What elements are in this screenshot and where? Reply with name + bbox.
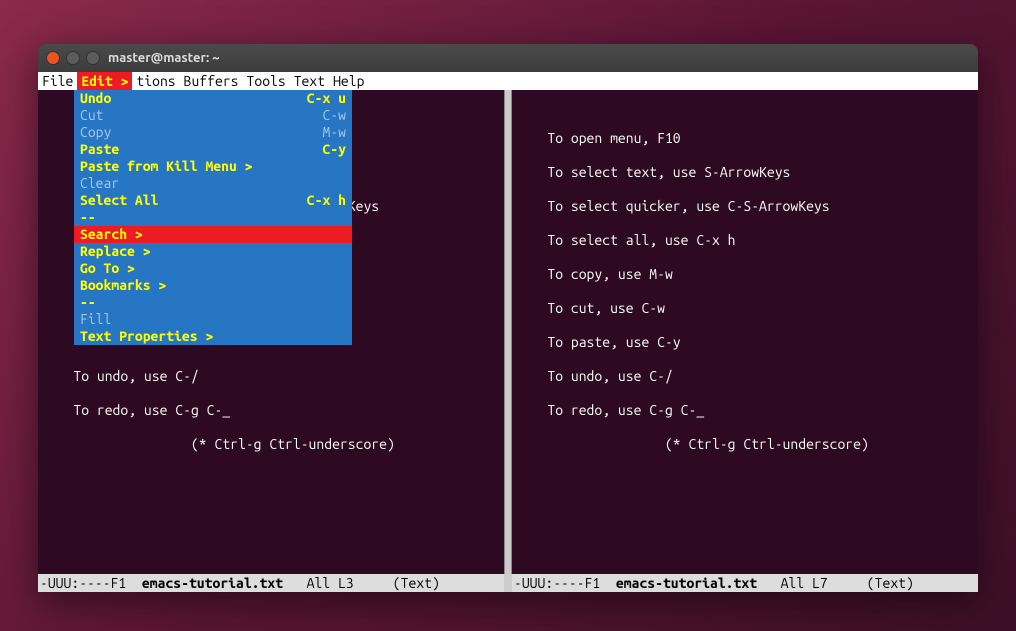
window-title: master@master: ~ <box>108 51 220 65</box>
menu-item-paste-from-kill-menu[interactable]: Paste from Kill Menu > <box>74 158 352 175</box>
status-prefix: -UUU:----F1 <box>514 574 616 592</box>
menu-item-label: Cut <box>80 107 104 124</box>
menu-item-label: Paste <box>80 141 119 158</box>
maximize-button[interactable] <box>86 51 100 65</box>
status-suffix: All L3 (Text) <box>283 574 440 592</box>
menu-help[interactable]: Help <box>329 72 368 90</box>
text-line: To paste, use C-y <box>512 334 978 351</box>
menu-buffers[interactable]: Buffers <box>180 72 243 90</box>
text-line <box>512 385 978 402</box>
statusbar: -UUU:----F1 emacs-tutorial.txt All L3 (T… <box>38 574 978 592</box>
text-line <box>512 351 978 368</box>
text-line <box>38 351 504 368</box>
menu-item-shortcut: M-w <box>322 124 346 141</box>
text-line: To select quicker, use C-S-ArrowKeys <box>512 198 978 215</box>
menu-item-cut: Cut C-w <box>74 107 352 124</box>
status-right: -UUU:----F1 emacs-tutorial.txt All L7 (T… <box>512 574 978 592</box>
menu-item-select-all[interactable]: Select All C-x h <box>74 192 352 209</box>
menu-text[interactable]: Text <box>290 72 329 90</box>
text-line <box>512 283 978 300</box>
text-line: To redo, use C-g C-_ <box>38 402 504 419</box>
text-line <box>512 215 978 232</box>
menu-item-shortcut: C-y <box>322 141 346 158</box>
menu-item-label: Text Properties > <box>80 328 213 345</box>
menu-tools[interactable]: Tools <box>243 72 290 90</box>
text-line <box>512 419 978 436</box>
menu-item-label: Paste from Kill Menu > <box>80 158 252 175</box>
menu-file[interactable]: File <box>38 72 77 90</box>
text-line: To copy, use M-w <box>512 266 978 283</box>
menu-item-shortcut: C-w <box>322 107 346 124</box>
text-line <box>512 317 978 334</box>
menu-item-shortcut: C-x u <box>307 90 346 107</box>
text-line: To cut, use C-w <box>512 300 978 317</box>
menu-item-fill: Fill <box>74 311 352 328</box>
right-pane[interactable]: To open menu, F10 To select text, use S-… <box>512 90 978 574</box>
text-line <box>512 96 978 113</box>
menu-item-copy: Copy M-w <box>74 124 352 141</box>
menu-item-bookmarks[interactable]: Bookmarks > <box>74 277 352 294</box>
menu-item-label: Select All <box>80 192 158 209</box>
minimize-button[interactable] <box>66 51 80 65</box>
menu-item-shortcut: C-x h <box>307 192 346 209</box>
text-line: To undo, use C-/ <box>38 368 504 385</box>
menu-item-label: Replace > <box>80 243 151 260</box>
text-line <box>512 181 978 198</box>
menu-item-paste[interactable]: Paste C-y <box>74 141 352 158</box>
menu-item-replace[interactable]: Replace > <box>74 243 352 260</box>
menu-separator: -- <box>74 294 352 311</box>
menu-item-search[interactable]: Search > <box>74 226 352 243</box>
text-line <box>38 385 504 402</box>
text-line: To redo, use C-g C-_ <box>512 402 978 419</box>
menu-item-label: Clear <box>80 175 119 192</box>
status-prefix: -UUU:----F1 <box>40 574 142 592</box>
menu-item-label: Go To > <box>80 260 135 277</box>
text-line <box>512 249 978 266</box>
menubar: File Edit > tions Buffers Tools Text Hel… <box>38 72 978 90</box>
menu-item-clear: Clear <box>74 175 352 192</box>
window-controls <box>46 51 100 65</box>
menu-separator: -- <box>74 209 352 226</box>
menu-item-go-to[interactable]: Go To > <box>74 260 352 277</box>
menu-tions[interactable]: tions <box>132 72 179 90</box>
status-filename: emacs-tutorial.txt <box>616 574 757 592</box>
menu-item-label: Copy <box>80 124 111 141</box>
text-line: (* Ctrl-g Ctrl-underscore) <box>38 436 504 453</box>
pane-divider[interactable] <box>504 90 512 574</box>
close-button[interactable] <box>46 51 60 65</box>
menu-item-label: Bookmarks > <box>80 277 166 294</box>
text-line: To select text, use S-ArrowKeys <box>512 164 978 181</box>
menu-item-label: Search > <box>80 226 143 243</box>
status-suffix: All L7 (Text) <box>757 574 914 592</box>
menu-edit[interactable]: Edit > <box>77 72 132 90</box>
terminal-window: master@master: ~ File Edit > tions Buffe… <box>38 44 978 592</box>
menu-item-label: Undo <box>80 90 111 107</box>
menu-item-undo[interactable]: Undo C-x u <box>74 90 352 107</box>
status-divider <box>504 574 512 592</box>
text-line: (* Ctrl-g Ctrl-underscore) <box>512 436 978 453</box>
titlebar[interactable]: master@master: ~ <box>38 44 978 72</box>
text-line: To select all, use C-x h <box>512 232 978 249</box>
text-line: To undo, use C-/ <box>512 368 978 385</box>
text-line <box>512 147 978 164</box>
status-left: -UUU:----F1 emacs-tutorial.txt All L3 (T… <box>38 574 504 592</box>
text-line <box>38 419 504 436</box>
text-line <box>512 113 978 130</box>
status-filename: emacs-tutorial.txt <box>142 574 283 592</box>
menu-item-label: Fill <box>80 311 111 328</box>
editor-area: Undo C-x u Cut C-w Copy M-w Paste C-y Paste from… <box>38 90 978 574</box>
text-line: To open menu, F10 <box>512 130 978 147</box>
edit-menu-dropdown: Undo C-x u Cut C-w Copy M-w Paste C-y Paste from… <box>74 90 352 345</box>
menu-item-text-properties[interactable]: Text Properties > <box>74 328 352 345</box>
